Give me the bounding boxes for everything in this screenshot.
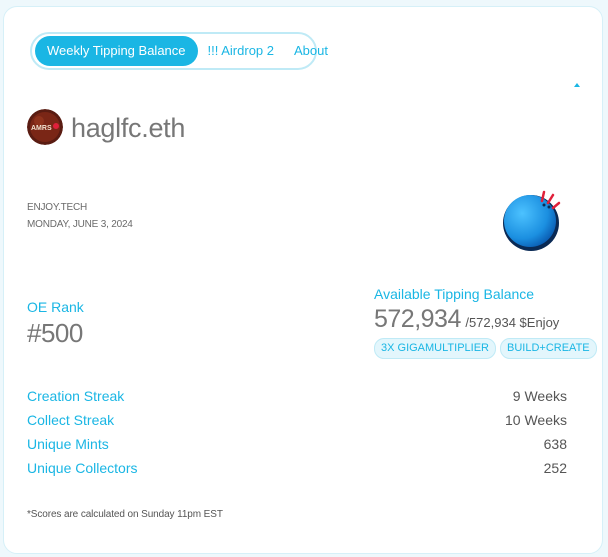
tab-bar: Weekly Tipping Balance !!! Airdrop 2 Abo… (30, 32, 328, 70)
available-balance-value: 572,934 (374, 305, 461, 333)
unique-collectors-label: Unique Collectors (27, 460, 138, 476)
blue-ball-mascot-icon (498, 187, 564, 253)
oe-rank-label: OE Rank (27, 299, 84, 315)
creation-streak-value: 9 Weeks (512, 388, 567, 404)
creation-streak-label: Creation Streak (27, 388, 125, 404)
tab-weekly-tipping-balance[interactable]: Weekly Tipping Balance (35, 36, 198, 66)
tipping-card: Weekly Tipping Balance !!! Airdrop 2 Abo… (3, 6, 603, 554)
unique-mints-label: Unique Mints (27, 436, 109, 452)
multiplier-badge: 3X GIGAMULTIPLIER (374, 338, 496, 359)
collect-streak-value: 10 Weeks (505, 412, 567, 428)
multiplier-badges: 3X GIGAMULTIPLIER BUILD+CREATE (374, 338, 597, 359)
avatar: AMRS (27, 109, 63, 145)
tab-airdrop-2[interactable]: !!! Airdrop 2 (198, 36, 284, 66)
tipping-balance: 572,934 /572,934 $Enjoy (374, 305, 559, 334)
collect-streak-label: Collect Streak (27, 412, 115, 428)
avatar-logo-text: AMRS (31, 125, 52, 132)
total-balance-value: /572,934 $Enjoy (465, 315, 560, 330)
site-name: ENJOY.TECH (27, 202, 88, 213)
tipping-balance-label: Available Tipping Balance (374, 286, 535, 302)
avatar-image: AMRS (27, 109, 63, 145)
caret-up-icon[interactable] (574, 83, 580, 87)
username: haglfc.eth (71, 113, 186, 143)
tab-about[interactable]: About (284, 36, 338, 66)
unique-mints-value: 638 (543, 436, 567, 452)
unique-collectors-value: 252 (543, 460, 567, 476)
current-date: MONDAY, JUNE 3, 2024 (27, 219, 133, 230)
build-create-badge: BUILD+CREATE (500, 338, 597, 359)
oe-rank-value: #500 (27, 318, 83, 348)
score-footnote: *Scores are calculated on Sunday 11pm ES… (27, 509, 223, 520)
